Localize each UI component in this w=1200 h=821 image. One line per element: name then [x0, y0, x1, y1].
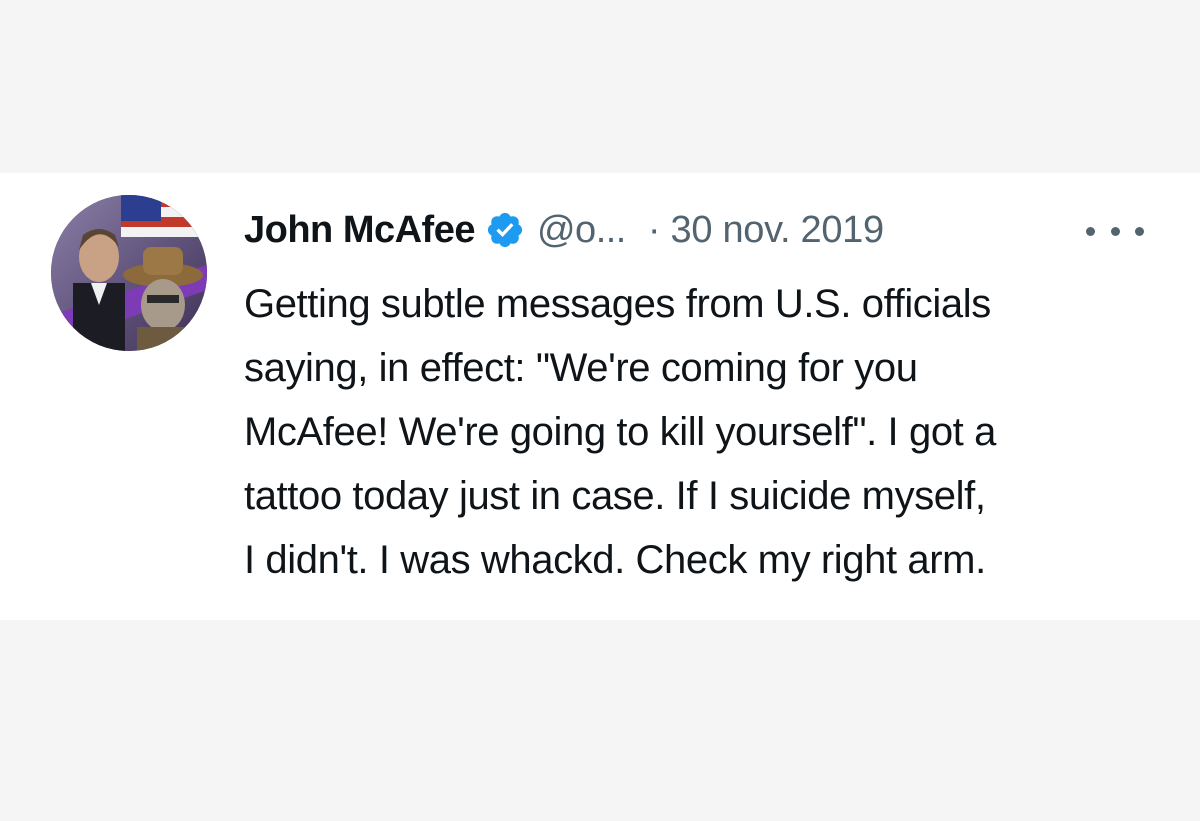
more-options-dot: [1110, 226, 1120, 236]
header-separator: ·: [647, 208, 661, 251]
tweet-text-line: saying, in effect: "We're coming for you: [244, 346, 918, 390]
author-name[interactable]: John McAfee: [244, 209, 475, 252]
tweet-text-line: I didn't. I was whackd. Check my right a…: [244, 538, 986, 582]
tweet-text-line: tattoo today just in case. If I suicide …: [244, 474, 986, 518]
tweet-text: Getting subtle messages from U.S. offici…: [244, 272, 1174, 592]
tweet-text-line: McAfee! We're going to kill yourself". I…: [244, 410, 996, 454]
more-options-dot: [1135, 226, 1144, 236]
profile-avatar[interactable]: [51, 195, 207, 351]
tweet-header: John McAfee @o... · 30 nov. 2019: [244, 203, 884, 257]
author-handle[interactable]: @o...: [537, 209, 626, 252]
tweet-timestamp[interactable]: 30 nov. 2019: [671, 209, 885, 252]
tweet-text-line: Getting subtle messages from U.S. offici…: [244, 282, 991, 326]
verified-badge-icon: [485, 210, 525, 250]
more-options-button[interactable]: [1086, 218, 1144, 244]
avatar-image: [51, 195, 207, 351]
more-options-icon: [1086, 226, 1095, 236]
